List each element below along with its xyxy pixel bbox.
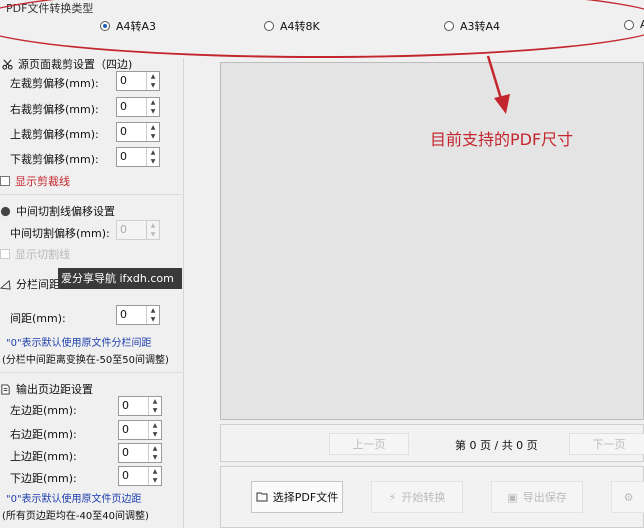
ruler-icon <box>0 279 11 290</box>
checkbox-box[interactable] <box>0 176 10 186</box>
stepper-arrows-icon[interactable]: ▲ ▼ <box>146 98 159 116</box>
annotation-text: 目前支持的PDF尺寸 <box>430 130 574 149</box>
column-section-title: 分栏间距 <box>16 278 60 291</box>
middle-offset-label: 中间切割偏移(mm): <box>10 227 110 240</box>
stepper-value: 0 <box>122 469 129 482</box>
stepper-arrows-icon[interactable]: ▲ ▼ <box>146 72 159 90</box>
divider <box>0 194 182 195</box>
stepper-arrows-icon[interactable]: ▲ ▼ <box>148 421 161 439</box>
stepper-arrows-icon[interactable]: ▲ ▼ <box>146 221 159 239</box>
save-icon: ▣ <box>507 490 518 504</box>
stepper-value: 0 <box>120 150 127 163</box>
page-info: 第 0 页 / 共 0 页 <box>455 439 538 452</box>
bottom-margin-stepper[interactable]: 0 ▲ ▼ <box>118 466 162 486</box>
arrow-down-icon <box>486 55 510 114</box>
start-convert-button[interactable]: ⚡ 开始转换 <box>371 481 463 513</box>
gear-icon: ⚙ <box>623 490 634 504</box>
divider <box>0 372 182 373</box>
annotation-ellipse <box>0 0 644 58</box>
stepper-value: 0 <box>122 446 129 459</box>
top-margin-label: 上边距(mm): <box>10 450 77 463</box>
select-pdf-button[interactable]: 选择PDF文件 <box>251 481 343 513</box>
document-icon <box>1 383 10 395</box>
right-margin-stepper[interactable]: 0 ▲ ▼ <box>118 420 162 440</box>
folder-icon <box>256 492 268 502</box>
column-note: "0"表示默认使用原文件分栏间距 <box>6 338 152 349</box>
checkbox-label: 显示切割线 <box>15 248 70 261</box>
start-convert-label: 开始转换 <box>401 491 446 504</box>
stepper-value: 0 <box>120 74 127 87</box>
pager-bar: 上一页 第 0 页 / 共 0 页 下一页 <box>220 424 644 462</box>
top-margin-stepper[interactable]: 0 ▲ ▼ <box>118 443 162 463</box>
stepper-value: 0 <box>122 399 129 412</box>
export-save-label: 导出保存 <box>522 491 567 504</box>
left-crop-stepper[interactable]: 0 ▲ ▼ <box>116 71 160 91</box>
action-bar: 选择PDF文件 ⚡ 开始转换 ▣ 导出保存 ⚙ <box>220 466 644 528</box>
scissors-icon <box>2 59 13 70</box>
middle-section-header: 中间切割线偏移设置 <box>0 203 115 219</box>
settings-button[interactable]: ⚙ <box>611 481 644 513</box>
right-crop-stepper[interactable]: 0 ▲ ▼ <box>116 97 160 117</box>
stepper-value: 0 <box>122 423 129 436</box>
spacing-label: 间距(mm): <box>10 312 66 325</box>
left-crop-label: 左裁剪偏移(mm): <box>10 77 99 90</box>
column-section-header: 分栏间距 <box>0 276 60 292</box>
right-margin-label: 右边距(mm): <box>10 428 77 441</box>
stepper-arrows-icon[interactable]: ▲ ▼ <box>146 123 159 141</box>
checkbox-label: 显示剪裁线 <box>15 175 70 188</box>
crop-section-title: 源页面裁剪设置（四边) <box>18 58 133 71</box>
top-crop-stepper[interactable]: 0 ▲ ▼ <box>116 122 160 142</box>
lightning-icon: ⚡ <box>388 490 397 504</box>
column-range-note: (分栏中间距离变换在-50至50间调整) <box>2 355 169 366</box>
bottom-margin-label: 下边距(mm): <box>10 472 77 485</box>
stepper-value: 0 <box>120 100 127 113</box>
checkbox-box[interactable] <box>0 249 10 259</box>
margin-section-header: 输出页边距设置 <box>0 381 93 397</box>
stepper-value: 0 <box>120 223 127 236</box>
margin-range-note: (所有页边距均在-40至40间调整) <box>2 511 149 522</box>
stepper-arrows-icon[interactable]: ▲ ▼ <box>146 306 159 324</box>
select-pdf-label: 选择PDF文件 <box>272 491 339 504</box>
stepper-arrows-icon[interactable]: ▲ ▼ <box>148 397 161 415</box>
crop-section-header: 源页面裁剪设置（四边) <box>2 56 132 72</box>
watermark-banner: 爱分享导航 ifxdh.com <box>58 268 182 289</box>
bottom-crop-stepper[interactable]: 0 ▲ ▼ <box>116 147 160 167</box>
margin-section-title: 输出页边距设置 <box>16 383 93 396</box>
left-margin-label: 左边距(mm): <box>10 404 77 417</box>
next-page-button[interactable]: 下一页 <box>569 433 644 455</box>
left-margin-stepper[interactable]: 0 ▲ ▼ <box>118 396 162 416</box>
spacing-stepper[interactable]: 0 ▲ ▼ <box>116 305 160 325</box>
preview-area <box>220 62 644 420</box>
stepper-value: 0 <box>120 125 127 138</box>
panel-separator <box>183 58 184 528</box>
margin-note: "0"表示默认使用原文件页边距 <box>6 494 142 505</box>
show-crop-lines-checkbox[interactable]: 显示剪裁线 <box>0 173 70 189</box>
prev-page-button[interactable]: 上一页 <box>329 433 409 455</box>
show-cut-lines-checkbox[interactable]: 显示切割线 <box>0 246 70 262</box>
middle-section-title: 中间切割线偏移设置 <box>16 205 115 218</box>
stepper-value: 0 <box>120 308 127 321</box>
stepper-arrows-icon[interactable]: ▲ ▼ <box>146 148 159 166</box>
stepper-arrows-icon[interactable]: ▲ ▼ <box>148 467 161 485</box>
middle-offset-stepper[interactable]: 0 ▲ ▼ <box>116 220 160 240</box>
right-crop-label: 右裁剪偏移(mm): <box>10 103 99 116</box>
export-save-button[interactable]: ▣ 导出保存 <box>491 481 583 513</box>
bottom-crop-label: 下裁剪偏移(mm): <box>10 153 99 166</box>
stepper-arrows-icon[interactable]: ▲ ▼ <box>148 444 161 462</box>
circle-icon <box>0 206 11 216</box>
top-crop-label: 上裁剪偏移(mm): <box>10 128 99 141</box>
